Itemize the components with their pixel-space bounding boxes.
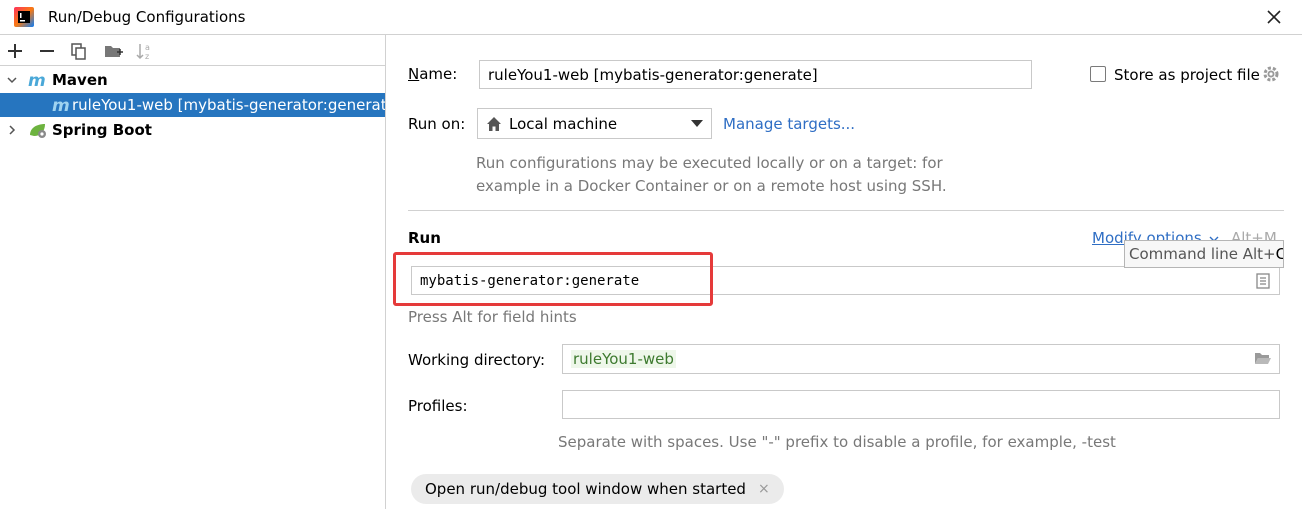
store-as-project-checkbox[interactable] — [1090, 66, 1106, 82]
chevron-right-icon[interactable] — [6, 124, 18, 136]
run-on-hint-line-2: example in a Docker Container or on a re… — [476, 177, 947, 195]
run-on-label: Run on: — [408, 115, 466, 133]
add-icon[interactable] — [4, 40, 26, 62]
maven-icon: m — [52, 97, 70, 113]
gear-icon[interactable] — [1262, 65, 1280, 83]
working-directory-value: ruleYou1-web — [571, 350, 676, 368]
annotation-highlight-box — [393, 252, 713, 306]
tree-label-config: ruleYou1-web [mybatis-generator:generate… — [72, 96, 385, 114]
svg-text:z: z — [145, 52, 149, 61]
section-divider — [408, 210, 1284, 211]
copy-icon[interactable] — [68, 40, 90, 62]
new-folder-icon[interactable] — [102, 40, 124, 62]
maven-icon: m — [28, 72, 46, 88]
command-line-tooltip: Command line Alt+C — [1124, 240, 1284, 268]
svg-text:a: a — [145, 43, 150, 52]
svg-text:m: m — [52, 97, 70, 113]
window-title: Run/Debug Configurations — [48, 8, 246, 26]
intellij-logo-icon — [14, 7, 34, 27]
run-on-value: Local machine — [509, 114, 618, 133]
run-section-title: Run — [408, 229, 441, 247]
open-tool-window-chip[interactable]: Open run/debug tool window when started … — [411, 474, 784, 504]
chip-label: Open run/debug tool window when started — [425, 480, 746, 498]
tree-label-maven: Maven — [52, 71, 108, 89]
name-label: Name: — [408, 65, 458, 83]
profiles-label: Profiles: — [408, 397, 468, 415]
profiles-input[interactable] — [562, 390, 1280, 419]
tree-toolbar: a z — [0, 35, 385, 66]
tree-item-selected[interactable]: m ruleYou1-web [mybatis-generator:genera… — [0, 93, 385, 117]
spring-boot-icon — [30, 124, 46, 138]
sort-icon[interactable]: a z — [134, 40, 156, 62]
folder-open-icon[interactable] — [1254, 351, 1272, 366]
chevron-down-icon[interactable] — [6, 74, 18, 86]
config-tree-panel: a z m Maven m ruleYou1-web [mybatis-gene… — [0, 35, 386, 509]
store-as-project-label[interactable]: Store as project file — [1114, 66, 1260, 84]
working-directory-label: Working directory: — [408, 351, 546, 369]
dropdown-arrow-icon — [691, 120, 703, 127]
run-on-select[interactable]: Local machine — [477, 108, 712, 139]
chip-close-icon[interactable]: × — [758, 481, 770, 497]
profiles-hint: Separate with spaces. Use "-" prefix to … — [558, 433, 1116, 451]
tree-node-spring-boot[interactable]: Spring Boot — [0, 118, 385, 142]
run-on-hint-line-1: Run configurations may be executed local… — [476, 154, 943, 172]
svg-text:m: m — [28, 72, 46, 88]
name-input[interactable]: ruleYou1-web [mybatis-generator:generate… — [479, 60, 1032, 89]
close-icon[interactable] — [1262, 5, 1286, 29]
title-bar: Run/Debug Configurations — [0, 0, 1302, 34]
home-icon — [487, 116, 501, 131]
field-hints-text: Press Alt for field hints — [408, 308, 577, 326]
working-directory-input[interactable]: ruleYou1-web — [562, 344, 1280, 374]
remove-icon[interactable] — [36, 40, 58, 62]
tree-node-maven[interactable]: m Maven — [0, 68, 385, 92]
tree-label-spring-boot: Spring Boot — [52, 121, 152, 139]
document-icon[interactable] — [1256, 273, 1270, 289]
manage-targets-link[interactable]: Manage targets... — [723, 115, 855, 133]
